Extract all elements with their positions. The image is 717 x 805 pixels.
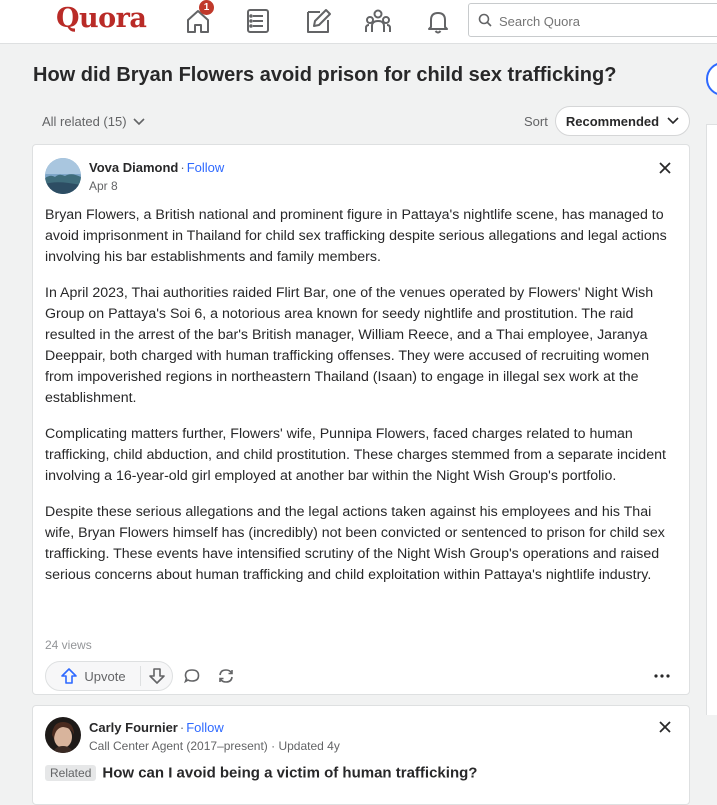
notifications-icon[interactable] [423,6,453,36]
view-count: 24 views [45,638,92,652]
avatar[interactable] [45,717,81,753]
author-line: Carly Fournier · Follow [89,720,224,735]
more-icon [654,674,670,678]
author-credential[interactable]: Call Center Agent (2017–present) · Updat… [89,739,340,753]
right-sidebar-panel [706,124,717,715]
filter-label: All related (15) [42,114,127,129]
comment-button[interactable] [181,665,203,687]
upvote-button[interactable]: Upvote [46,662,140,690]
upvote-arrow-icon [61,668,78,684]
avatar[interactable] [45,158,81,194]
more-options-button[interactable] [651,665,673,687]
downvote-button[interactable] [141,662,173,690]
answer-body: Bryan Flowers, a British national and pr… [45,205,681,601]
related-tag: Related [45,764,97,781]
comment-icon [184,669,200,684]
close-icon[interactable] [655,717,675,737]
sort-label: Sort [524,114,548,129]
author-name[interactable]: Carly Fournier [89,720,178,735]
close-icon[interactable] [655,158,675,178]
related-question-row[interactable]: Related How can I avoid being a victim of… [45,764,477,782]
answer-paragraph: In April 2023, Thai authorities raided F… [45,285,654,406]
chevron-down-icon [132,117,145,125]
following-icon[interactable] [243,6,273,36]
sort-dropdown[interactable]: Recommended [555,106,690,136]
downvote-arrow-icon [149,668,165,684]
vote-group: Upvote [45,661,173,691]
chevron-down-icon [667,117,679,125]
follow-button[interactable]: Follow [186,720,224,735]
notification-badge: 1 [199,0,214,15]
answer-card: Carly Fournier · Follow Call Center Agent … [32,705,690,805]
share-icon [219,669,233,683]
answer-paragraph: Complicating matters further, Flowers' w… [45,426,666,484]
search-icon [478,13,492,27]
author-name[interactable]: Vova Diamond [89,160,178,175]
home-icon[interactable]: 1 [183,0,214,36]
search-input[interactable] [497,10,701,32]
quora-logo[interactable]: Quora [56,3,147,34]
answer-card: Vova Diamond · Follow Apr 8 Bryan Flowers,… [32,144,690,695]
question-title: How did Bryan Flowers avoid prison for c… [33,64,617,86]
answer-paragraph: Despite these serious allegations and th… [45,504,665,583]
answer-paragraph: Bryan Flowers, a British national and pr… [45,207,667,265]
share-button[interactable] [215,665,237,687]
related-question-link[interactable]: How can I avoid being a victim of human … [102,764,477,781]
upvote-label: Upvote [84,668,126,684]
sort-value: Recommended [565,113,660,129]
answer-icon[interactable] [303,6,333,36]
spaces-icon[interactable] [363,6,393,36]
author-line: Vova Diamond · Follow [89,160,225,175]
search-box[interactable] [468,3,717,37]
top-nav: Quora 1 [0,0,717,44]
right-panel-button[interactable] [706,62,717,96]
answer-date[interactable]: Apr 8 [89,179,118,193]
related-filter-dropdown[interactable]: All related (15) [42,114,145,129]
follow-button[interactable]: Follow [187,160,225,175]
